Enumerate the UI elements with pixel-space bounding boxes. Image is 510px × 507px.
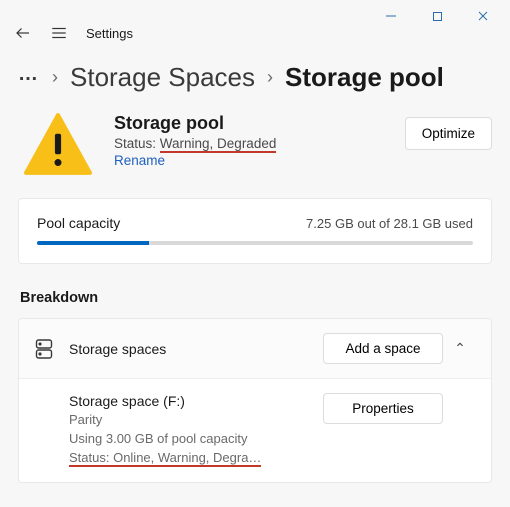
storage-spaces-row[interactable]: Storage spaces Add a space ⌃ bbox=[19, 319, 491, 379]
pool-header: Storage pool Status: Warning, Degraded R… bbox=[18, 113, 492, 178]
pool-status-value: Warning, Degraded bbox=[160, 136, 277, 153]
breadcrumb: … › Storage Spaces › Storage pool bbox=[18, 54, 492, 113]
space-status-value: Status: Online, Warning, Degra… bbox=[69, 450, 261, 467]
capacity-progress-fill bbox=[37, 241, 149, 245]
maximize-button[interactable] bbox=[414, 1, 460, 31]
capacity-label: Pool capacity bbox=[37, 215, 120, 231]
pool-name: Storage pool bbox=[114, 113, 383, 134]
rename-link[interactable]: Rename bbox=[114, 153, 165, 168]
storage-space-detail: Storage space (F:) Parity Using 3.00 GB … bbox=[19, 379, 491, 482]
add-space-button[interactable]: Add a space bbox=[323, 333, 443, 364]
space-title: Storage space (F:) bbox=[69, 393, 323, 409]
menu-button[interactable] bbox=[50, 24, 68, 42]
capacity-usage: 7.25 GB out of 28.1 GB used bbox=[306, 216, 473, 231]
capacity-progress bbox=[37, 241, 473, 245]
chevron-right-icon: › bbox=[267, 67, 273, 88]
breadcrumb-more[interactable]: … bbox=[18, 63, 40, 92]
storage-icon bbox=[33, 339, 55, 359]
properties-button[interactable]: Properties bbox=[323, 393, 443, 424]
minimize-button[interactable] bbox=[368, 1, 414, 31]
warning-triangle-icon bbox=[24, 113, 92, 178]
pool-status-line: Status: Warning, Degraded bbox=[114, 136, 383, 151]
pool-status-prefix: Status: bbox=[114, 136, 160, 151]
breadcrumb-current: Storage pool bbox=[285, 62, 444, 93]
optimize-button[interactable]: Optimize bbox=[405, 117, 492, 150]
space-type: Parity bbox=[69, 411, 323, 430]
breakdown-title: Breakdown bbox=[20, 290, 492, 306]
space-status: Status: Online, Warning, Degra… bbox=[69, 449, 323, 468]
chevron-up-icon[interactable]: ⌃ bbox=[443, 340, 477, 357]
back-button[interactable] bbox=[14, 24, 32, 42]
chevron-right-icon: › bbox=[52, 67, 58, 88]
pool-capacity-card: Pool capacity 7.25 GB out of 28.1 GB use… bbox=[18, 198, 492, 264]
breakdown-card: Storage spaces Add a space ⌃ Storage spa… bbox=[18, 318, 492, 483]
space-usage: Using 3.00 GB of pool capacity bbox=[69, 430, 323, 449]
breadcrumb-parent[interactable]: Storage Spaces bbox=[70, 62, 255, 93]
close-button[interactable] bbox=[460, 1, 506, 31]
app-title: Settings bbox=[86, 26, 133, 41]
storage-spaces-label: Storage spaces bbox=[69, 341, 323, 357]
